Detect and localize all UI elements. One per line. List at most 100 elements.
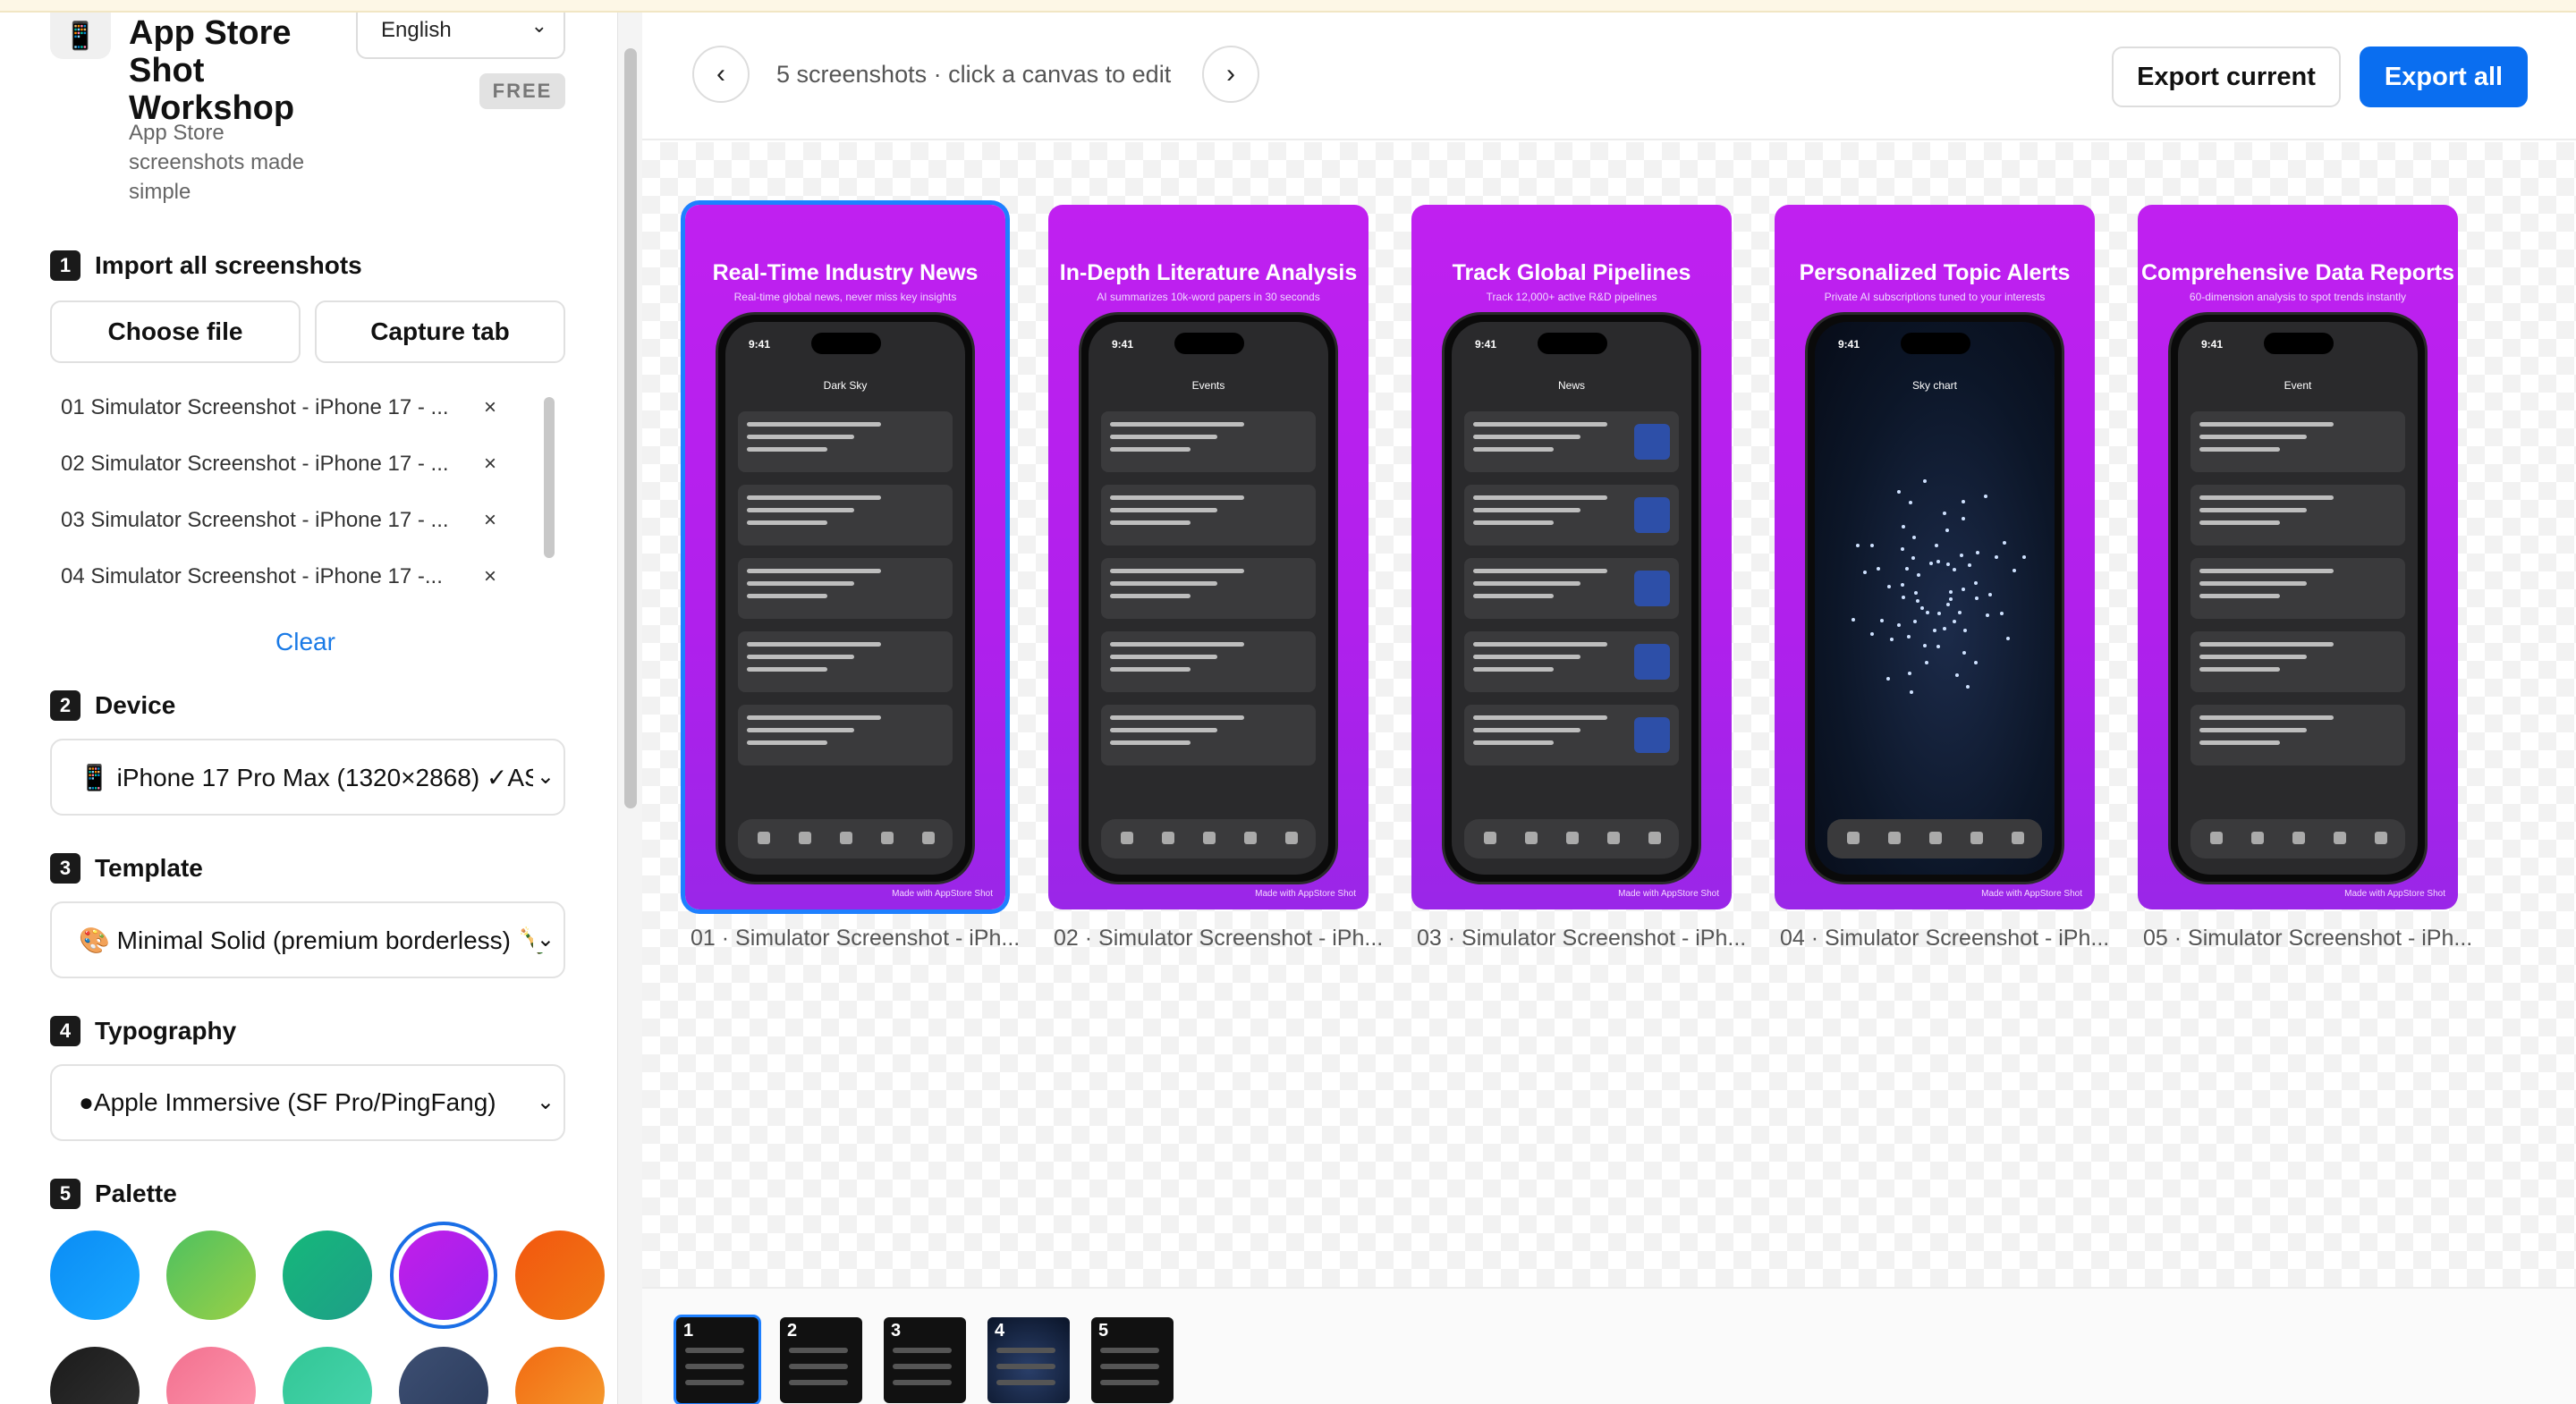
star-dot xyxy=(1933,628,1937,632)
star-dot xyxy=(1862,570,1867,574)
palette-swatch[interactable] xyxy=(50,1347,140,1404)
screen-title: Events xyxy=(1191,379,1225,392)
file-list-scrollbar[interactable] xyxy=(544,397,555,558)
remove-file-icon[interactable]: × xyxy=(472,395,508,420)
language-select[interactable]: English ⌄ xyxy=(356,13,565,59)
export-all-button[interactable]: Export all xyxy=(2360,47,2528,107)
remove-file-icon[interactable]: × xyxy=(472,508,508,533)
remove-file-icon[interactable]: × xyxy=(472,452,508,477)
file-item[interactable]: 01 Simulator Screenshot - iPhone 17 - ..… xyxy=(50,379,569,436)
device-select[interactable]: 📱 iPhone 17 Pro Max (1320×2868) ✓AS ⌄ xyxy=(50,739,565,816)
phone-screen: 9:41 Dark Sky xyxy=(725,322,965,875)
chevron-down-icon: ⌄ xyxy=(530,14,547,37)
star-dot xyxy=(1975,596,1979,601)
thumbnail-line xyxy=(789,1380,848,1385)
star-dot xyxy=(1904,566,1909,571)
next-button[interactable]: › xyxy=(1202,46,1259,103)
typography-select[interactable]: ● Apple Immersive (SF Pro/PingFang) ⌄ xyxy=(50,1064,565,1141)
text-line xyxy=(1110,569,1244,573)
thumbnail[interactable]: 3 xyxy=(884,1317,966,1403)
thumbnail[interactable]: 2 xyxy=(780,1317,862,1403)
remove-file-icon[interactable]: × xyxy=(472,564,508,589)
star-dot xyxy=(1952,619,1956,623)
section-title: Template xyxy=(95,854,203,882)
text-line xyxy=(747,569,881,573)
palette-swatch[interactable] xyxy=(166,1347,256,1404)
screenshot-card[interactable]: Real-Time Industry News Real-time global … xyxy=(685,205,1005,909)
file-item[interactable]: 04 Simulator Screenshot - iPhone 17 -...… xyxy=(50,548,569,597)
text-line xyxy=(1110,594,1191,598)
text-line xyxy=(1110,435,1217,439)
palette-swatch[interactable] xyxy=(283,1347,372,1404)
tab-bar xyxy=(1464,819,1679,858)
file-item[interactable]: 02 Simulator Screenshot - iPhone 17 - ..… xyxy=(50,436,569,492)
star-dot xyxy=(1907,634,1911,639)
star-dot xyxy=(1961,499,1965,503)
star-dot xyxy=(1936,644,1941,648)
star-dot xyxy=(1855,544,1860,548)
top-edge xyxy=(0,0,2576,13)
list-item xyxy=(1464,411,1679,472)
text-line xyxy=(1473,715,1607,720)
content-list xyxy=(1464,411,1679,778)
tab-icon xyxy=(840,832,852,844)
text-line xyxy=(1110,728,1217,732)
scrollbar-thumb[interactable] xyxy=(624,48,637,808)
clear-link[interactable]: Clear xyxy=(275,628,335,656)
star-dot xyxy=(2012,568,2016,572)
text-line xyxy=(2199,642,2334,647)
palette-swatch[interactable] xyxy=(399,1347,488,1404)
star-dot xyxy=(1908,501,1912,505)
palette-swatch[interactable] xyxy=(515,1347,605,1404)
section-title: Device xyxy=(95,691,176,719)
tab-icon xyxy=(2210,832,2223,844)
text-line xyxy=(747,655,854,659)
palette-swatch[interactable] xyxy=(166,1231,256,1320)
star-dot xyxy=(1885,676,1890,681)
screenshot-card[interactable]: Track Global Pipelines Track 12,000+ acti… xyxy=(1411,205,1732,909)
screenshot-card[interactable]: Comprehensive Data Reports 60-dimension a… xyxy=(2138,205,2458,909)
dynamic-island xyxy=(1901,333,1970,354)
text-line xyxy=(1473,422,1607,427)
palette-swatch[interactable] xyxy=(50,1231,140,1320)
screenshot-card[interactable]: In-Depth Literature Analysis AI summarize… xyxy=(1048,205,1368,909)
tab-icon xyxy=(2334,832,2346,844)
screenshot-card[interactable]: Personalized Topic Alerts Private AI subs… xyxy=(1775,205,2095,909)
tab-icon xyxy=(1888,832,1901,844)
tab-icon xyxy=(1929,832,1942,844)
star-dot xyxy=(1962,587,1966,591)
thumbnail-icon xyxy=(1634,644,1670,680)
dynamic-island xyxy=(1538,333,1607,354)
template-select[interactable]: 🎨 Minimal Solid (premium borderless) 🍾 ⌄ xyxy=(50,901,565,978)
choose-file-button[interactable]: Choose file xyxy=(50,300,301,363)
star-dot xyxy=(1958,610,1962,614)
text-line xyxy=(2199,581,2307,586)
star-dot xyxy=(1968,563,1972,568)
palette-swatch[interactable] xyxy=(399,1231,488,1320)
prev-button[interactable]: ‹ xyxy=(692,46,750,103)
star-dot xyxy=(1912,620,1917,624)
export-current-button[interactable]: Export current xyxy=(2112,47,2341,107)
capture-tab-button[interactable]: Capture tab xyxy=(315,300,565,363)
text-line xyxy=(1110,667,1191,672)
palette-swatch[interactable] xyxy=(515,1231,605,1320)
tab-icon xyxy=(799,832,811,844)
star-dot xyxy=(1936,560,1941,564)
sidebar-scrollbar[interactable] xyxy=(617,13,642,1404)
star-dot xyxy=(1901,524,1905,529)
list-item xyxy=(2190,558,2405,619)
tab-icon xyxy=(881,832,894,844)
thumbnail[interactable]: 1 xyxy=(676,1317,758,1403)
card-headline: Comprehensive Data Reports xyxy=(2140,260,2455,285)
tab-icon xyxy=(1484,832,1496,844)
star-dot xyxy=(1922,479,1927,484)
thumbnail[interactable]: 5 xyxy=(1091,1317,1174,1403)
palette-swatch[interactable] xyxy=(283,1231,372,1320)
thumbnail[interactable]: 4 xyxy=(987,1317,1070,1403)
file-item[interactable]: 03 Simulator Screenshot - iPhone 17 - ..… xyxy=(50,492,569,548)
list-item xyxy=(738,485,953,546)
phone-frame: 9:41 News xyxy=(1442,312,1701,884)
tab-icon xyxy=(1847,832,1860,844)
star-dot xyxy=(1945,528,1950,532)
dynamic-island xyxy=(1174,333,1244,354)
